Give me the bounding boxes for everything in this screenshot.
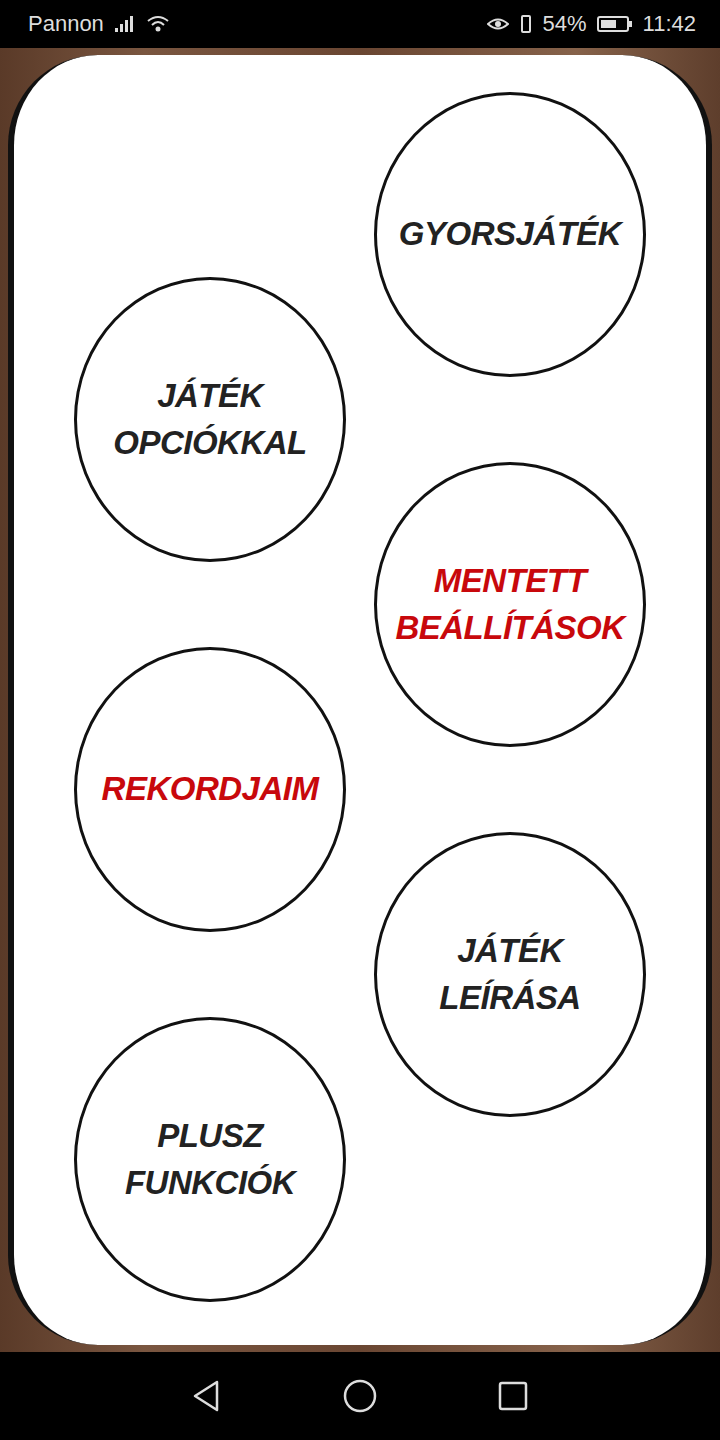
- menu-label: FUNKCIÓK: [125, 1160, 295, 1206]
- menu-button[interactable]: MENTETTBEÁLLÍTÁSOK: [374, 462, 646, 747]
- menu-panel: GYORSJÁTÉKJÁTÉKOPCIÓKKALMENTETTBEÁLLÍTÁS…: [8, 55, 712, 1345]
- status-bar: Pannon 54% 11:42: [0, 0, 720, 48]
- eye-icon: [487, 15, 509, 33]
- menu-label: OPCIÓKKAL: [113, 420, 307, 466]
- menu-button[interactable]: JÁTÉKOPCIÓKKAL: [74, 277, 346, 562]
- menu-label: MENTETT: [434, 558, 586, 604]
- menu-label: BEÁLLÍTÁSOK: [395, 605, 624, 651]
- menu-label: JÁTÉK: [457, 928, 563, 974]
- nav-bar: [0, 1352, 720, 1440]
- menu-button[interactable]: PLUSZFUNKCIÓK: [74, 1017, 346, 1302]
- screen: Pannon54%11:42GYORSJÁTÉKJÁTÉKOPCIÓKKALME…: [0, 0, 720, 1440]
- menu-label: JÁTÉK: [157, 373, 263, 419]
- back-icon[interactable]: [189, 1378, 225, 1414]
- carrier: Pannon: [28, 11, 104, 37]
- menu-button[interactable]: REKORDJAIM: [74, 647, 346, 932]
- signal-icon: [114, 15, 136, 33]
- menu-label: PLUSZ: [157, 1113, 263, 1159]
- menu-label: LEÍRÁSA: [439, 975, 580, 1021]
- menu-label: GYORSJÁTÉK: [399, 211, 621, 257]
- home-icon[interactable]: [342, 1378, 378, 1414]
- menu-button[interactable]: JÁTÉKLEÍRÁSA: [374, 832, 646, 1117]
- battery-percent: 54%: [543, 11, 587, 37]
- wifi-icon: [146, 15, 170, 33]
- wood-background: GYORSJÁTÉKJÁTÉKOPCIÓKKALMENTETTBEÁLLÍTÁS…: [0, 48, 720, 1352]
- battery-icon: [597, 15, 633, 33]
- clock: 11:42: [643, 11, 696, 37]
- recents-icon[interactable]: [495, 1378, 531, 1414]
- menu-button[interactable]: GYORSJÁTÉK: [374, 92, 646, 377]
- vibrate-icon: [519, 14, 533, 34]
- menu-label: REKORDJAIM: [102, 766, 319, 812]
